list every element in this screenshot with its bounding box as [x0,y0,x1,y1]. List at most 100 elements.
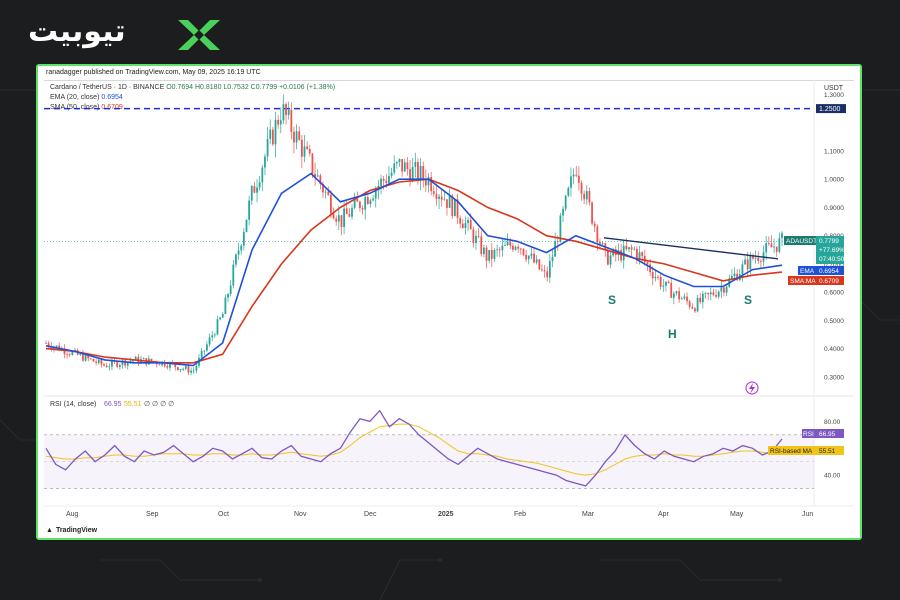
head-label: H [668,327,677,341]
candle-body [467,219,469,224]
rsi-legend-extra: ∅ ∅ ∅ ∅ [144,401,174,408]
ema-tag: EMA 0.6954 [798,266,844,275]
price-tick-label: 0.9000 [824,205,844,212]
candle-body [535,259,538,263]
candle-body [630,247,633,250]
ema-tag-label: EMA [800,268,815,275]
candle-body [686,296,688,302]
candle-body [636,248,638,259]
candle-body [459,217,462,224]
price-tick-label: 1.1000 [824,148,844,155]
time-tick-label: Mar [582,511,595,518]
sma-tag-value: 0.6709 [819,278,839,285]
time-tick-label: Apr [658,511,670,518]
candle-body [211,335,214,338]
candle-body [364,197,367,210]
candle-body [237,250,240,255]
time-tick-label: Dec [364,511,377,518]
candle-body [285,104,287,115]
candle-body [158,364,161,366]
candle-body [593,223,596,227]
candle-body [227,294,229,298]
candle-body [298,131,301,140]
candle-body [746,259,749,270]
candle-body [512,245,514,250]
rsi-legend-label: RSI (14, close) [50,401,96,408]
candle-body [683,296,686,299]
rsi-tag-label: RSI [803,431,814,438]
candle-body [517,246,520,249]
candle-body [717,291,720,297]
candle-body [248,200,251,220]
candle-body [522,248,525,255]
candle-body [308,148,311,154]
candle-body [345,208,348,215]
candle-body [359,201,361,209]
candle-body [514,246,517,250]
candle-body [554,241,557,257]
candle-body [390,172,393,176]
candle-body [704,292,707,294]
candle-body [422,165,425,179]
rsi-ma-tag-label: RSI-based MA [770,448,813,455]
candle-body [707,292,710,295]
candle-body [361,208,364,210]
candle-body [274,119,277,145]
candle-body [95,361,98,363]
candle-body [498,249,501,251]
candle-body [277,119,280,125]
candle-body [401,159,404,172]
candle-body [306,146,309,149]
candle-body [538,259,541,270]
candle-body [192,370,195,372]
candle-body [293,131,295,143]
candle-body [662,285,665,287]
rsi-ma-tag: RSI-based MA 55.51 [768,446,844,455]
candle-body [490,250,493,259]
candle-body [388,175,390,184]
candle-body [741,264,744,275]
tradingview-text: TradingView [55,527,98,534]
change-tag: +77.69% [819,247,845,254]
candle-body [591,202,593,224]
price-chart[interactable]: USDT 1.30001.10001.00000.90000.80000.700… [38,66,860,538]
candle-body [477,235,480,237]
candle-body [665,281,667,286]
time-tick-label: Oct [218,511,229,518]
candle-body [509,241,512,246]
candle-body [765,243,768,253]
candle-body [311,153,314,174]
candle-body [264,156,266,168]
candle-body [208,337,211,345]
candle-body [398,159,401,163]
candle-body [715,295,717,297]
candle-body [287,109,290,115]
price-tick-label: 0.3000 [824,374,844,381]
rsi-tag-value: 66.95 [819,431,836,438]
candle-body [414,161,417,167]
candle-body [601,243,604,245]
candle-body [488,250,491,261]
candle-body [66,354,69,355]
candle-body [725,286,728,293]
candle-body [480,236,483,255]
ema-tag-value: 0.6954 [819,268,839,275]
sma-tag: SMA:MA 0.6709 [788,276,844,285]
candle-body [696,297,699,312]
candle-body [527,255,530,260]
candle-body [733,273,736,277]
candle-body [588,191,591,203]
candle-body [778,238,781,252]
alert-lightning-icon[interactable] [745,381,759,395]
candle-body [200,350,203,358]
candle-body [712,292,715,296]
candle-body [213,334,216,336]
time-tick-label: Sep [146,511,159,518]
candle-body [89,358,92,360]
rsi-ma-tag-value: 55.51 [819,448,836,455]
candle-body [142,358,145,360]
candle-body [556,241,559,243]
candle-body [179,369,182,370]
tradingview-brand: ▲ TradingView [46,527,98,534]
candle-body [258,182,261,188]
